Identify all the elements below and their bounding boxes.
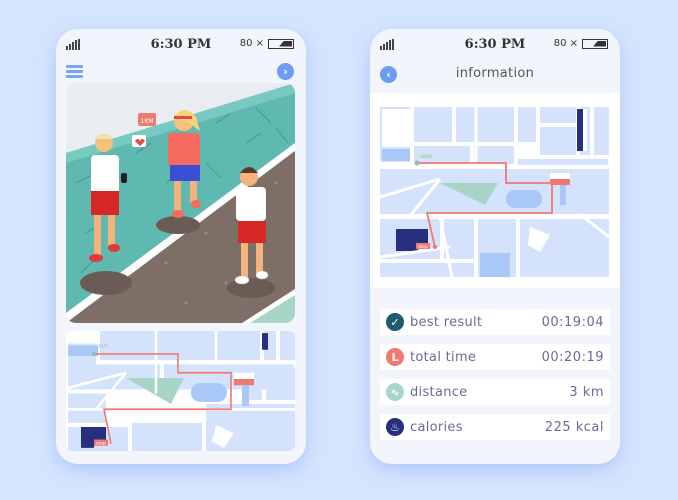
stat-total-time[interactable]: L total time 00:20:19 — [380, 344, 610, 370]
stat-label: total time — [410, 349, 477, 365]
clock-icon: L — [386, 348, 404, 366]
chevron-right-icon: › — [283, 65, 288, 78]
status-bar: 6:30 PM 80 × — [380, 37, 610, 55]
nav-bar: ‹ information — [370, 63, 620, 85]
stats-list: ✓ best result 00:19:04 L total time 00:2… — [380, 309, 610, 449]
battery-icon — [268, 38, 294, 49]
phone-screen-activity: 6:30 PM 80 × › 1KM start stop — [56, 29, 306, 464]
hamburger-menu-icon[interactable] — [66, 65, 83, 78]
svg-text:stop: stop — [418, 244, 428, 250]
nav-bar: › — [66, 63, 296, 83]
svg-text:start: start — [421, 154, 432, 160]
stat-value: 00:20:19 — [541, 349, 604, 365]
battery-icon — [582, 38, 608, 49]
status-bar: 6:30 PM 80 × — [66, 37, 296, 55]
map-building-dark — [577, 109, 583, 151]
stat-best-result[interactable]: ✓ best result 00:19:04 — [380, 309, 610, 335]
battery-level: 80 × — [553, 38, 578, 49]
battery-level: 80 × — [239, 38, 264, 49]
route-map-preview[interactable]: start stop — [66, 331, 295, 451]
map-pond — [191, 383, 227, 402]
svg-text:stop: stop — [96, 441, 106, 447]
start-marker — [414, 160, 420, 166]
next-button[interactable]: › — [277, 63, 294, 80]
stat-calories[interactable]: ♨ calories 225 kcal — [380, 414, 610, 440]
jogging-illustration: 1KM — [66, 83, 295, 323]
map-pond — [506, 190, 542, 208]
route-map[interactable]: start stop — [379, 107, 610, 278]
svg-text:1KM: 1KM — [141, 118, 154, 125]
route-map-panel: start stop — [370, 93, 620, 288]
start-marker — [92, 351, 96, 357]
stat-label: distance — [410, 384, 468, 400]
page-title: information — [455, 66, 535, 81]
stat-label: best result — [410, 314, 483, 330]
svg-text:start: start — [96, 344, 108, 350]
flame-icon: ♨ — [386, 418, 404, 436]
stat-value: 00:19:04 — [541, 314, 604, 330]
stat-distance[interactable]: ∿ distance 3 km — [380, 379, 610, 405]
stat-label: calories — [410, 419, 463, 435]
map-building-dark — [262, 333, 268, 350]
phone-screen-information: 6:30 PM 80 × ‹ information start stop ✓ … — [370, 29, 620, 464]
distance-wave-icon: ∿ — [386, 383, 404, 401]
stat-value: 3 km — [569, 384, 604, 400]
stat-value: 225 kcal — [544, 419, 604, 435]
checkmark-icon: ✓ — [386, 313, 404, 331]
